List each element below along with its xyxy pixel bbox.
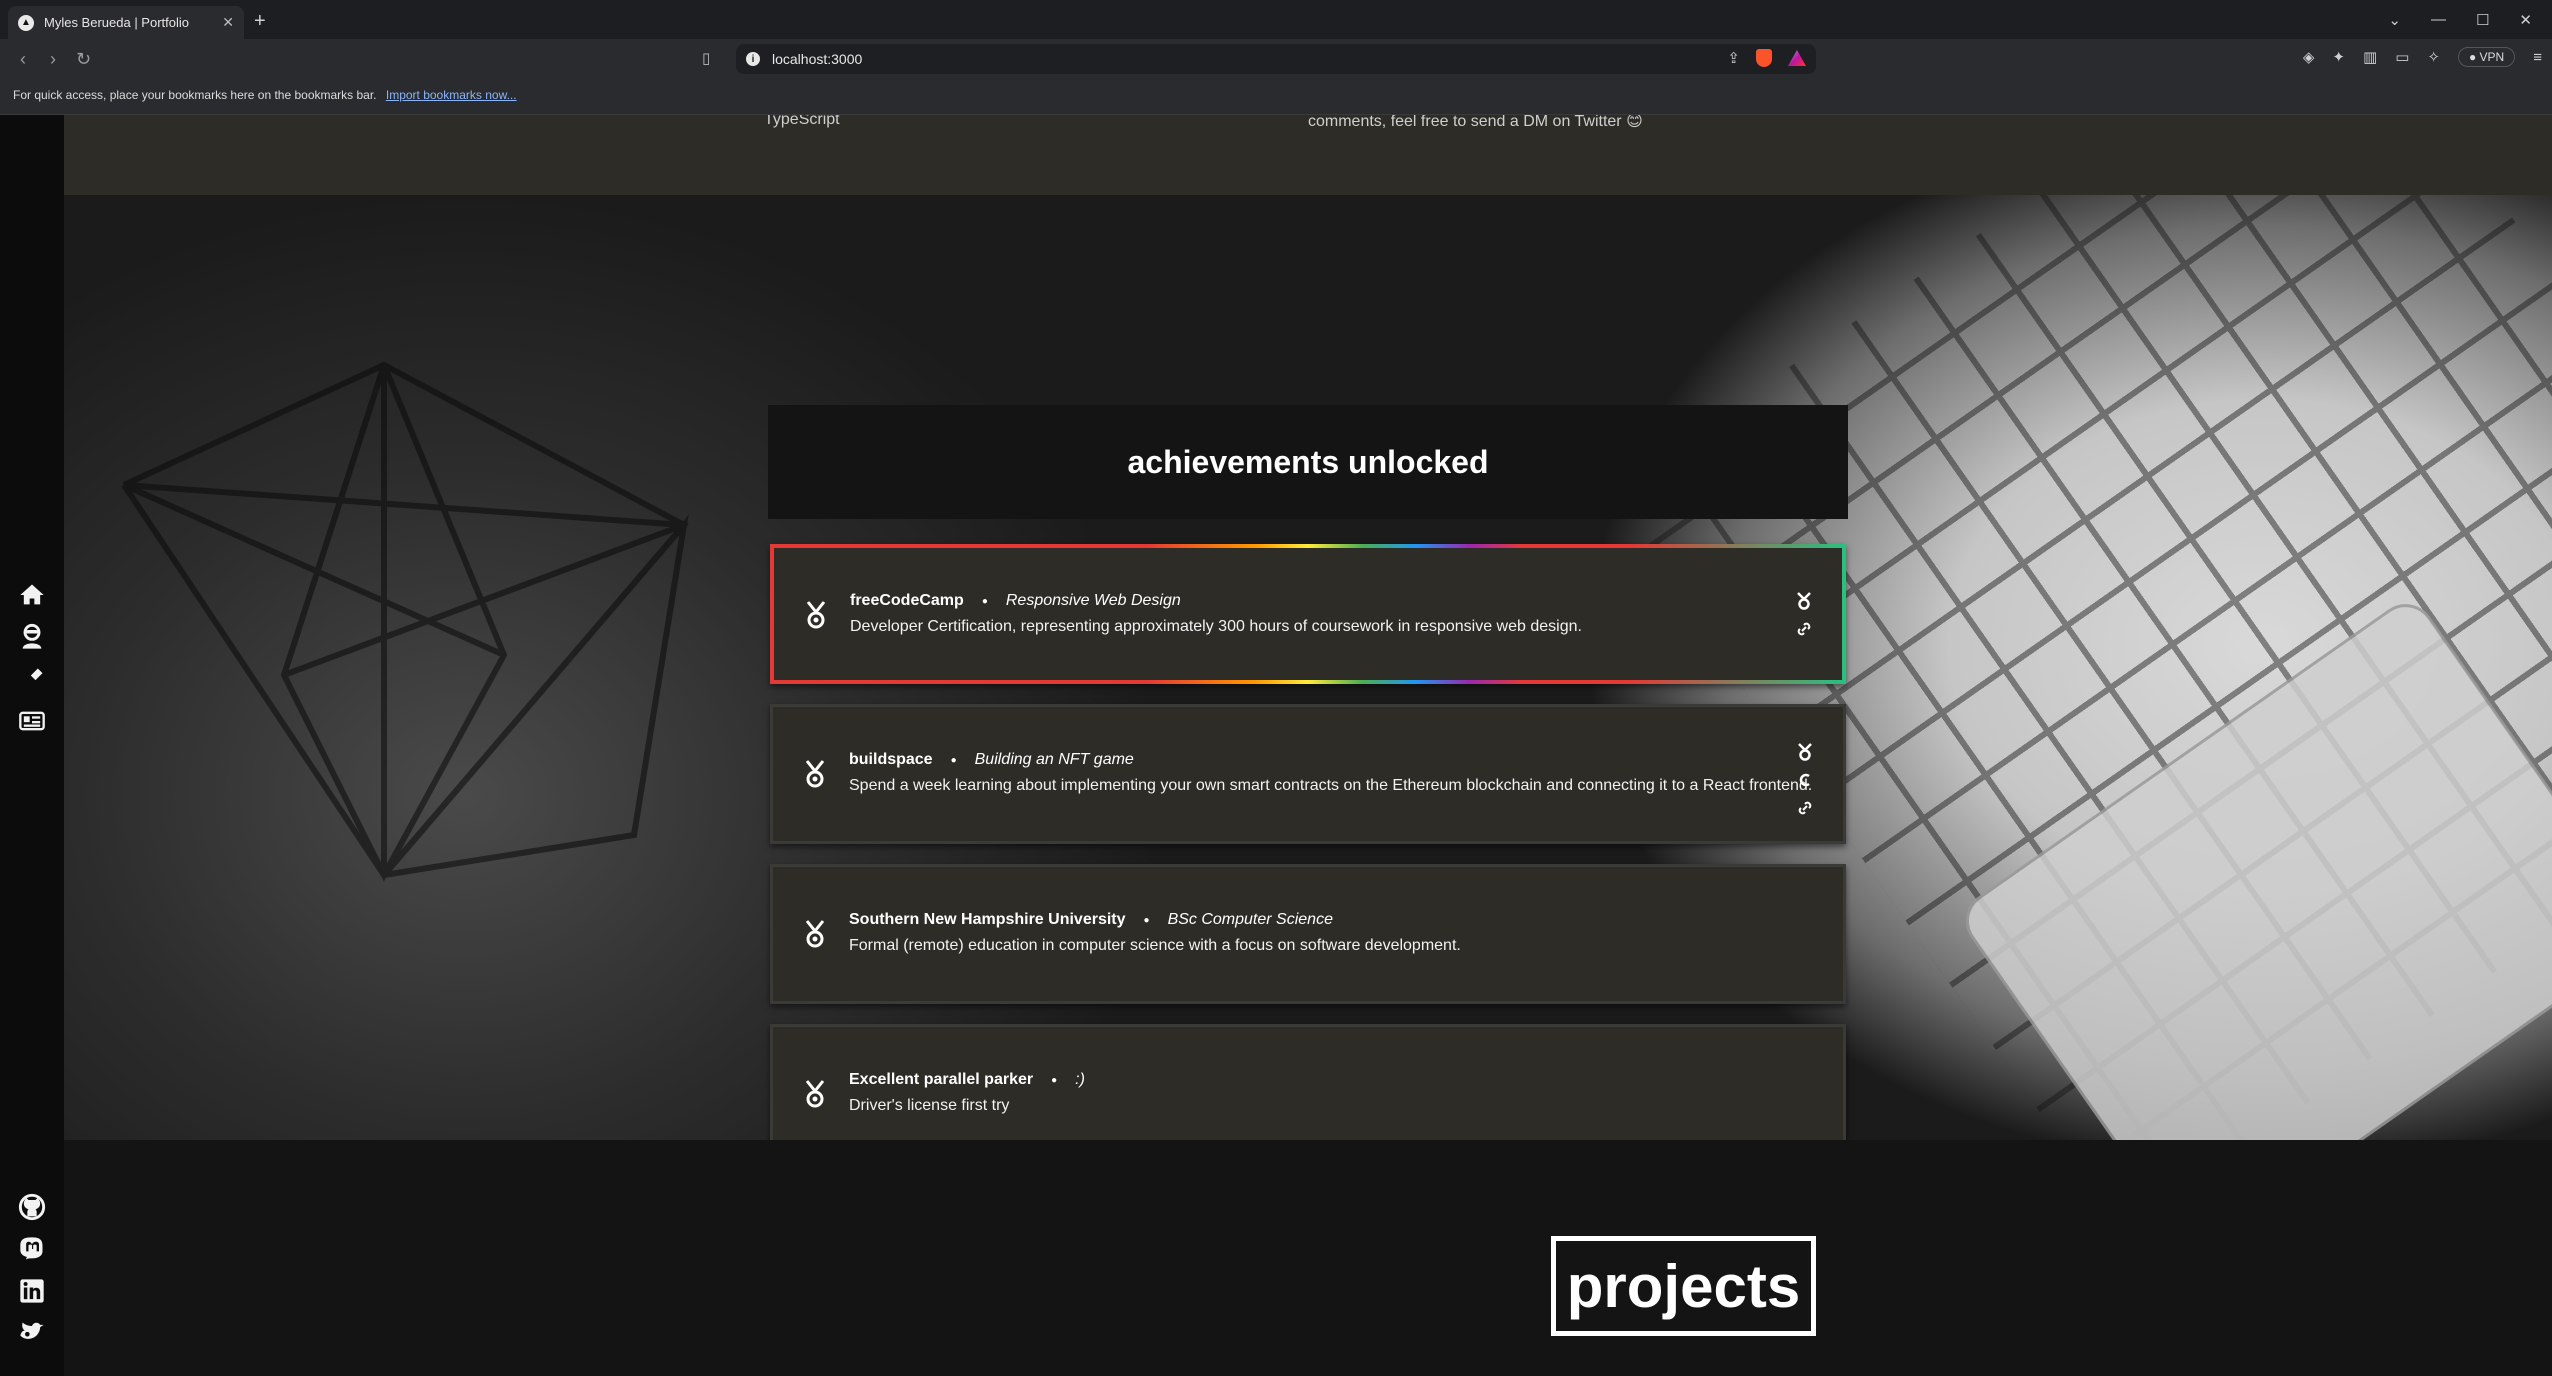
vpn-label: VPN (2479, 50, 2505, 64)
browser-tabbar: ▲ Myles Berueda | Portfolio ✕ + ⌄ — ☐ ✕ (0, 0, 2552, 39)
toolbar-extensions: ◈ ✦ ▥ ▭ ✧ ● VPN ≡ (2303, 47, 2542, 67)
window-controls: ⌄ — ☐ ✕ (2388, 0, 2552, 39)
achievement-subtitle: Building an NFT game (974, 751, 1134, 768)
achievement-subtitle: Responsive Web Design (1005, 592, 1181, 609)
address-bar[interactable]: i localhost:3000 ⇪ (736, 44, 1816, 74)
browser-toolbar: ‹ › ↻ ▯ i localhost:3000 ⇪ ◈ ✦ ▥ ▭ ✧ ● V… (0, 39, 2552, 79)
browser-tab[interactable]: ▲ Myles Berueda | Portfolio ✕ (8, 6, 244, 39)
achievement-name: Excellent parallel parker (849, 1071, 1034, 1088)
achievement-card[interactable]: buildspace ● Building an NFT game Spend … (770, 704, 1846, 844)
link-icon[interactable] (1796, 620, 1812, 643)
sidebar-toggle-icon[interactable]: ▥ (2363, 48, 2377, 66)
achievement-subtitle: :) (1075, 1071, 1085, 1088)
tab-title: Myles Berueda | Portfolio (44, 15, 189, 30)
vpn-button[interactable]: ● VPN (2457, 47, 2516, 67)
achievement-header: freeCodeCamp ● Responsive Web Design (850, 592, 1181, 610)
profile-icon[interactable] (16, 621, 48, 653)
menu-icon[interactable]: ≡ (2533, 49, 2542, 66)
medal-icon (801, 759, 829, 789)
github-icon[interactable] (1797, 771, 1813, 794)
projects-section (64, 1140, 2552, 1376)
wallet-icon[interactable]: ◈ (2303, 48, 2315, 66)
bookmark-icon[interactable]: ▯ (702, 49, 710, 67)
extensions-icon[interactable]: ✦ (2332, 48, 2345, 66)
medal-icon (801, 1079, 829, 1109)
twitter-icon[interactable] (16, 1317, 48, 1349)
achievement-card[interactable]: Southern New Hampshire University ● BSc … (770, 864, 1846, 1004)
achievement-description: Spend a week learning about implementing… (849, 777, 1813, 794)
skill-fragment: TypeScript (764, 115, 840, 128)
achievement-header: buildspace ● Building an NFT game (849, 751, 1134, 769)
bookmarks-hint: For quick access, place your bookmarks h… (13, 88, 377, 102)
brave-rewards-icon[interactable] (1788, 50, 1806, 66)
separator-dot: ● (1051, 1074, 1058, 1086)
achievement-subtitle: BSc Computer Science (1167, 911, 1333, 928)
medal-icon[interactable] (1797, 743, 1813, 766)
resume-icon[interactable] (16, 705, 48, 737)
achievement-header: Southern New Hampshire University ● BSc … (849, 911, 1333, 929)
medal-icon (801, 919, 829, 949)
pyramid-decoration (121, 361, 689, 882)
home-icon[interactable] (16, 579, 48, 611)
achievement-name: Southern New Hampshire University (849, 911, 1126, 928)
previous-section-strip: TypeScript comments, feel free to send a… (64, 115, 2552, 195)
leo-ai-icon[interactable]: ✧ (2427, 48, 2440, 66)
medal-icon[interactable] (1796, 592, 1812, 615)
wallet-card-icon[interactable]: ▭ (2395, 48, 2409, 66)
contact-fragment: comments, feel free to send a DM on Twit… (1308, 115, 1643, 130)
tab-search-icon[interactable]: ⌄ (2388, 11, 2401, 29)
achievement-actions (1796, 592, 1812, 643)
link-icon[interactable] (1797, 799, 1813, 822)
back-icon[interactable]: ‹ (16, 49, 30, 70)
achievement-name: freeCodeCamp (850, 592, 964, 609)
import-bookmarks-link[interactable]: Import bookmarks now... (386, 88, 517, 102)
tools-icon[interactable] (16, 663, 48, 695)
achievement-name: buildspace (849, 751, 933, 768)
separator-dot: ● (981, 595, 988, 607)
achievement-card[interactable]: freeCodeCamp ● Responsive Web Design Dev… (770, 544, 1846, 684)
achievement-description: Formal (remote) education in computer sc… (849, 937, 1461, 954)
achievement-actions (1797, 743, 1813, 822)
bookmarks-bar: For quick access, place your bookmarks h… (0, 79, 2552, 115)
separator-dot: ● (950, 754, 957, 766)
projects-title: projects (1551, 1236, 1816, 1336)
achievement-header: Excellent parallel parker ● :) (849, 1071, 1085, 1089)
sidebar-nav (0, 115, 64, 1376)
site-favicon-icon: ▲ (18, 14, 34, 31)
medal-icon (802, 600, 830, 630)
achievements-title: achievements unlocked (768, 405, 1848, 519)
separator-dot: ● (1143, 914, 1150, 926)
linkedin-icon[interactable] (16, 1275, 48, 1307)
maximize-button[interactable]: ☐ (2476, 11, 2489, 29)
share-icon[interactable]: ⇪ (1727, 49, 1740, 67)
minimize-button[interactable]: — (2431, 11, 2446, 28)
url-text[interactable]: localhost:3000 (772, 51, 862, 67)
brave-shields-icon[interactable] (1756, 49, 1772, 67)
close-window-button[interactable]: ✕ (2519, 11, 2532, 29)
mastodon-icon[interactable] (16, 1233, 48, 1265)
site-info-icon[interactable]: i (746, 52, 760, 66)
close-tab-icon[interactable]: ✕ (222, 14, 234, 31)
github-icon[interactable] (16, 1191, 48, 1223)
achievement-description: Driver's license first try (849, 1097, 1010, 1114)
new-tab-button[interactable]: + (254, 10, 266, 33)
achievement-description: Developer Certification, representing ap… (850, 618, 1582, 635)
forward-icon[interactable]: › (46, 49, 60, 70)
reload-icon[interactable]: ↻ (76, 49, 91, 70)
page-viewport: TypeScript comments, feel free to send a… (0, 115, 2552, 1376)
